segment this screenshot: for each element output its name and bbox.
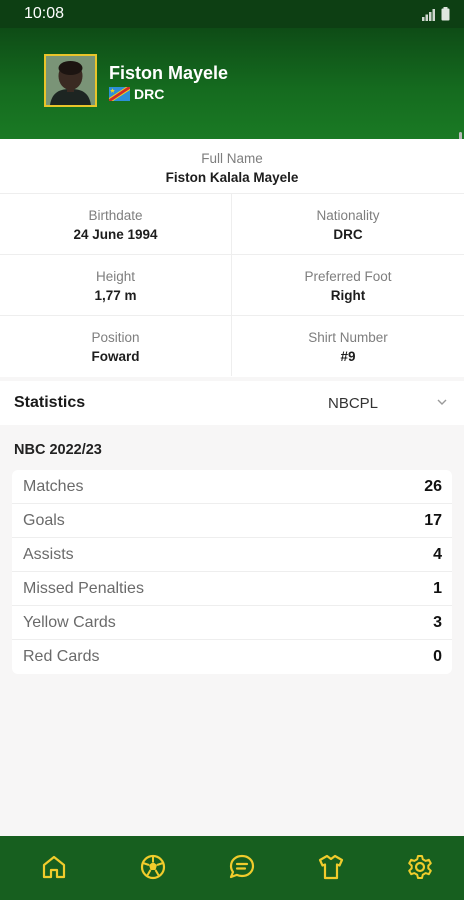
player-header: Fiston Mayele DRC — [0, 28, 464, 178]
stat-value: 17 — [424, 512, 442, 529]
birthdate-cell: Birthdate 24 June 1994 — [0, 194, 232, 254]
height-cell: Height 1,77 m — [0, 255, 232, 315]
nav-settings[interactable] — [405, 852, 435, 882]
status-icons — [422, 7, 450, 21]
stat-row-assists: Assists 4 — [12, 538, 452, 572]
stat-row-matches: Matches 26 — [12, 470, 452, 504]
position-cell: Position Foward — [0, 316, 232, 376]
shirt-number-label: Shirt Number — [308, 330, 388, 345]
position-label: Position — [91, 330, 140, 345]
jersey-icon — [318, 854, 344, 880]
stat-label: Goals — [23, 512, 65, 529]
statistics-list: Matches 26 Goals 17 Assists 4 Missed Pen… — [12, 470, 452, 674]
nav-team[interactable] — [316, 852, 346, 882]
birthdate-label: Birthdate — [88, 208, 143, 223]
stat-label: Matches — [23, 478, 84, 495]
nav-chat[interactable] — [227, 852, 257, 882]
chat-icon — [229, 854, 255, 879]
nationality-value: DRC — [333, 227, 363, 242]
settings-icon — [408, 855, 432, 879]
player-country: DRC — [109, 86, 164, 102]
chevron-down-icon — [437, 399, 447, 405]
statistics-title: Statistics — [14, 394, 86, 411]
home-icon — [42, 855, 66, 879]
info-row-physical: Height 1,77 m Preferred Foot Right — [0, 254, 464, 315]
preferred-foot-label: Preferred Foot — [304, 269, 392, 284]
competition-select-value: NBCPL — [328, 395, 379, 412]
stat-label: Assists — [23, 546, 74, 563]
info-row-birth: Birthdate 24 June 1994 Nationality DRC — [0, 193, 464, 254]
shirt-number-cell: Shirt Number #9 — [232, 316, 464, 376]
stat-value: 26 — [424, 478, 442, 495]
drc-flag-icon — [109, 87, 130, 101]
preferred-foot-value: Right — [330, 288, 366, 303]
stat-value: 3 — [433, 614, 442, 631]
info-row-role: Position Foward Shirt Number #9 — [0, 315, 464, 376]
player-avatar — [44, 54, 97, 107]
stat-row-yellow-cards: Yellow Cards 3 — [12, 606, 452, 640]
stat-label: Yellow Cards — [23, 614, 116, 631]
nav-home[interactable] — [39, 852, 69, 882]
stat-value: 0 — [433, 648, 442, 665]
nav-matches[interactable] — [138, 852, 168, 882]
stat-row-goals: Goals 17 — [12, 504, 452, 538]
height-value: 1,77 m — [94, 288, 137, 303]
preferred-foot-cell: Preferred Foot Right — [232, 255, 464, 315]
player-photo — [46, 56, 95, 105]
shirt-number-value: #9 — [340, 349, 356, 364]
player-name: Fiston Mayele — [109, 63, 229, 83]
full-name-value: Fiston Kalala Mayele — [165, 170, 299, 185]
signal-icon — [422, 9, 435, 21]
stat-label: Missed Penalties — [23, 580, 144, 597]
status-time: 10:08 — [24, 5, 65, 22]
stat-row-red-cards: Red Cards 0 — [12, 640, 452, 674]
birthdate-value: 24 June 1994 — [73, 227, 158, 242]
stat-value: 4 — [433, 546, 442, 563]
statistics-bar: Statistics NBCPL — [0, 381, 464, 425]
season-title: NBC 2022/23 — [14, 442, 102, 458]
competition-select[interactable]: NBCPL — [318, 387, 456, 419]
football-icon — [140, 854, 166, 880]
battery-icon — [441, 7, 450, 21]
position-value: Foward — [91, 349, 140, 364]
nationality-cell: Nationality DRC — [232, 194, 464, 254]
height-label: Height — [95, 269, 136, 284]
full-name-row: Full Name Fiston Kalala Mayele — [0, 139, 464, 193]
player-country-label: DRC — [134, 86, 165, 102]
stat-value: 1 — [433, 580, 442, 597]
bottom-nav — [0, 836, 464, 900]
stat-label: Red Cards — [23, 648, 100, 665]
full-name-label: Full Name — [201, 151, 263, 166]
player-info-card: Full Name Fiston Kalala Mayele Birthdate… — [0, 139, 464, 377]
nationality-label: Nationality — [316, 208, 380, 223]
status-bar: 10:08 — [0, 0, 464, 28]
stat-row-missed-penalties: Missed Penalties 1 — [12, 572, 452, 606]
